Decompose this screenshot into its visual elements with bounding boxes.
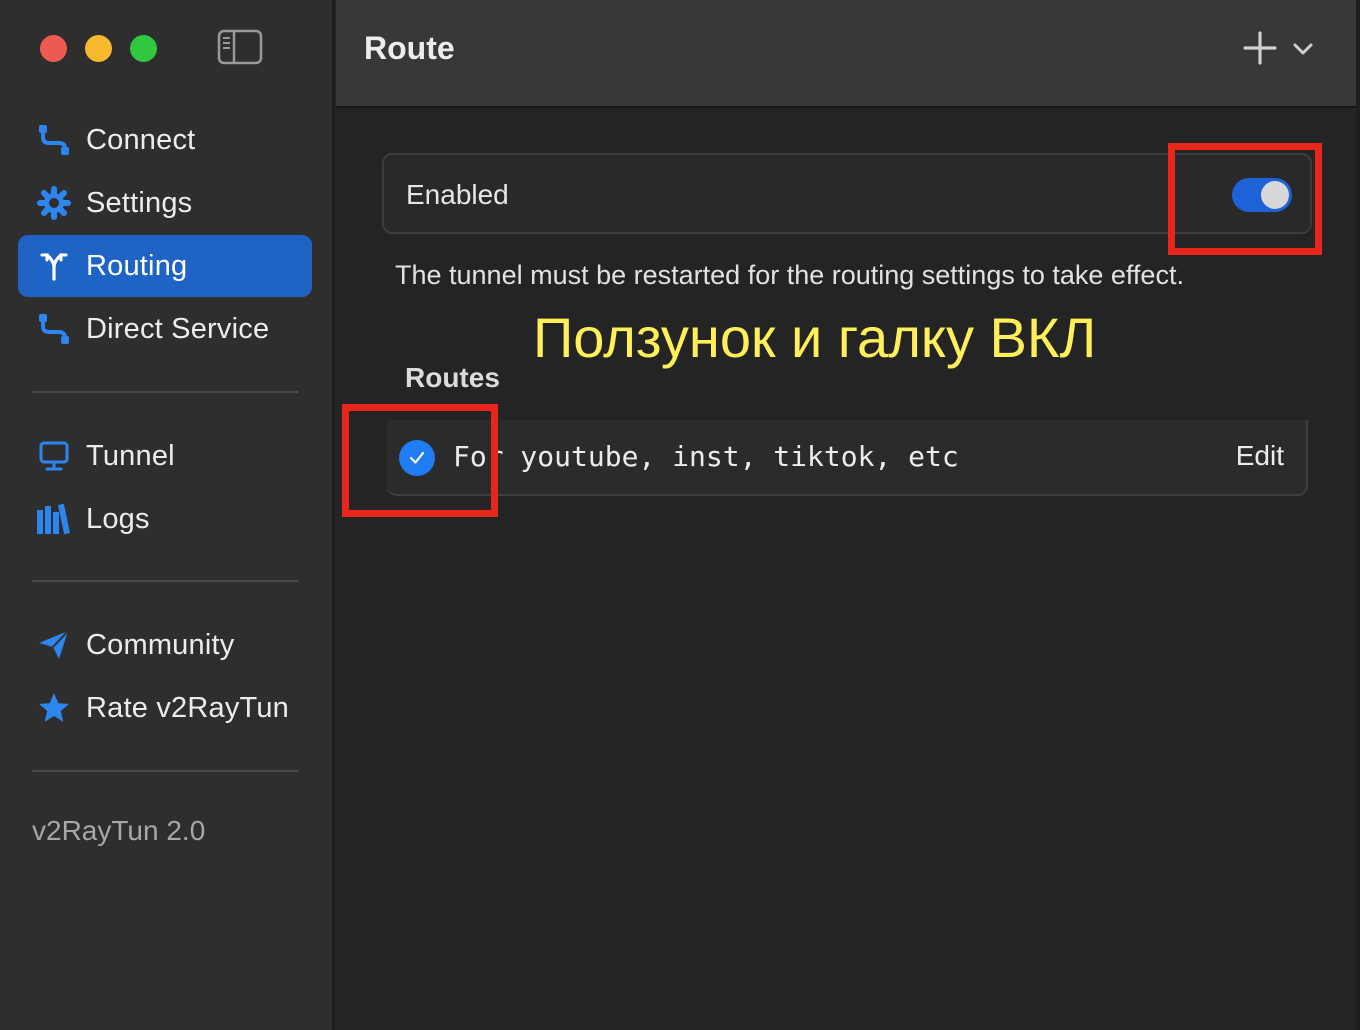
gear-icon: [36, 185, 72, 221]
sidebar-toggle-icon[interactable]: [217, 29, 263, 65]
window-edge: [1356, 0, 1360, 1030]
sidebar-item-label: Community: [86, 628, 235, 661]
sidebar: Connect Settings Routing Direct Service …: [0, 0, 334, 1030]
close-window-button[interactable]: [40, 35, 67, 62]
sidebar-item-tunnel[interactable]: Tunnel: [18, 425, 312, 487]
sidebar-item-connect[interactable]: Connect: [18, 109, 312, 171]
sidebar-item-direct-service[interactable]: Direct Service: [18, 298, 312, 360]
monitor-icon: [36, 438, 72, 474]
connect-icon: [36, 122, 72, 158]
sidebar-item-logs[interactable]: Logs: [18, 488, 312, 550]
sidebar-item-label: Tunnel: [86, 439, 175, 472]
page-title: Route: [364, 30, 455, 66]
sidebar-divider: [32, 580, 298, 582]
routing-icon: [36, 248, 72, 284]
sidebar-item-settings[interactable]: Settings: [18, 172, 312, 234]
app-version: v2RayTun 2.0: [32, 815, 206, 846]
maximize-window-button[interactable]: [130, 35, 157, 62]
minimize-window-button[interactable]: [85, 35, 112, 62]
sidebar-divider: [32, 770, 298, 772]
toggle-highlight-box: [1168, 143, 1322, 255]
routes-section-header: Routes: [405, 362, 500, 393]
star-icon: [36, 690, 72, 726]
checkbox-highlight-box: [342, 404, 498, 517]
sidebar-item-label: Direct Service: [86, 312, 270, 345]
sidebar-item-routing[interactable]: Routing: [18, 235, 312, 297]
annotation-text: Ползунок и галку ВКЛ: [533, 306, 1097, 369]
chevron-down-icon: [1293, 43, 1313, 55]
route-row[interactable]: For youtube, inst, tiktok, etc Edit: [387, 420, 1308, 496]
sidebar-item-label: Settings: [86, 186, 193, 219]
window-controls: [40, 35, 157, 62]
route-edit-button[interactable]: Edit: [1236, 440, 1284, 472]
plus-icon: [1243, 31, 1277, 65]
sidebar-item-label: Connect: [86, 123, 196, 156]
add-route-button[interactable]: [1242, 30, 1278, 66]
direct-service-icon: [36, 311, 72, 347]
sidebar-item-community[interactable]: Community: [18, 614, 312, 676]
route-name: For youtube, inst, tiktok, etc: [453, 440, 959, 473]
sidebar-item-label: Rate v2RayTun: [86, 691, 290, 724]
sidebar-divider: [32, 391, 298, 393]
add-menu-dropdown[interactable]: [1292, 38, 1314, 60]
enabled-label: Enabled: [406, 179, 509, 210]
sidebar-item-rate[interactable]: Rate v2RayTun: [18, 677, 312, 739]
paper-plane-icon: [36, 627, 72, 663]
sidebar-item-label: Logs: [86, 502, 150, 535]
sidebar-item-label: Routing: [86, 249, 188, 282]
logs-icon: [36, 501, 72, 537]
restart-notice: The tunnel must be restarted for the rou…: [395, 260, 1184, 290]
toolbar: Route: [336, 0, 1360, 108]
